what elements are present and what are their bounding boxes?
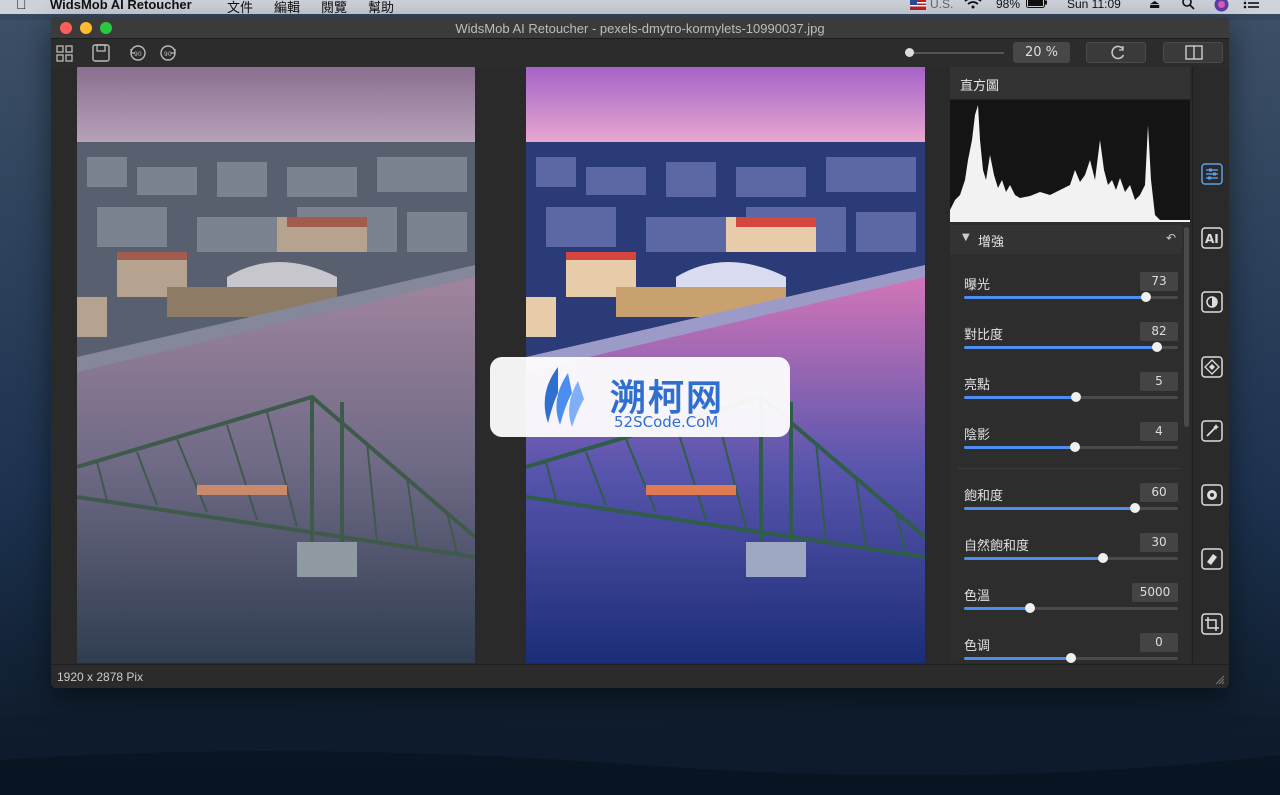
slider-saturation[interactable]: 飽和度 60 (950, 483, 1182, 535)
slider-label: 曝光 (964, 278, 991, 293)
reset-button[interactable] (1086, 42, 1146, 63)
enhance-title: 增強 (978, 235, 1005, 250)
slider-label: 自然飽和度 (964, 539, 1030, 554)
menu-view[interactable]: 閱覽 (321, 0, 347, 16)
save-icon[interactable] (91, 43, 111, 63)
zoom-slider-handle[interactable] (905, 48, 914, 57)
watermark-subtitle: 52SCode.CoM (614, 413, 719, 431)
original-image[interactable] (77, 67, 475, 663)
title-bar: WidsMob AI Retoucher - pexels-dmytro-kor… (51, 17, 1229, 39)
enhance-section-header[interactable]: ▼ 增強 ↶ (950, 225, 1182, 254)
adjust-sliders-icon[interactable] (1201, 163, 1223, 185)
siri-icon[interactable] (1214, 0, 1229, 15)
status-bar: 1920 x 2878 Pix (51, 664, 1229, 688)
slider-fill (964, 557, 1104, 560)
app-window: WidsMob AI Retoucher - pexels-dmytro-kor… (51, 17, 1229, 688)
slider-handle[interactable] (1070, 442, 1081, 452)
slider-handle[interactable] (1130, 503, 1141, 513)
slider-fill (964, 507, 1136, 510)
slider-label: 亮點 (964, 378, 991, 393)
notification-center-icon[interactable] (1243, 0, 1259, 12)
histogram-chart (950, 100, 1190, 222)
tool-strip: AI (1192, 67, 1229, 663)
grid-view-icon[interactable] (55, 43, 75, 63)
texture-icon[interactable] (1201, 356, 1223, 378)
crop-icon[interactable] (1201, 613, 1223, 635)
battery-icon[interactable] (1026, 0, 1048, 11)
slider-handle[interactable] (1098, 553, 1109, 563)
slider-label: 色调 (964, 639, 991, 654)
resize-grip-icon[interactable] (1215, 675, 1225, 685)
svg-text:90: 90 (164, 51, 172, 58)
slider-fill (964, 607, 1031, 610)
slider-value-field[interactable]: 5 (1140, 372, 1178, 391)
slider-label: 色溫 (964, 589, 991, 604)
slider-handle[interactable] (1151, 342, 1162, 352)
slider-label: 對比度 (964, 328, 1004, 343)
slider-highlights[interactable]: 亮點 5 (950, 372, 1182, 424)
slider-shadows[interactable]: 陰影 4 (950, 422, 1182, 474)
slider-value-field[interactable]: 0 (1140, 633, 1178, 652)
adjustment-panel: 直方圖 ▼ 增強 ↶ 曝光 73 對比度 82 亮點 5 陰影 4 飽和度 60… (950, 67, 1190, 663)
slider-fill (964, 296, 1146, 299)
slider-vibrance[interactable]: 自然飽和度 30 (950, 533, 1182, 585)
color-filter-icon[interactable] (1201, 291, 1223, 313)
compare-view-button[interactable] (1163, 42, 1223, 63)
slider-exposure[interactable]: 曝光 73 (950, 272, 1182, 324)
svg-text:90: 90 (134, 51, 142, 58)
slider-label: 陰影 (964, 428, 991, 443)
toolbar: 90 90 20 % (51, 39, 1229, 67)
slider-value-field[interactable]: 5000 (1132, 583, 1178, 602)
battery-percent: 98% (996, 0, 1021, 11)
image-dimensions: 1920 x 2878 Pix (57, 670, 144, 684)
eject-icon[interactable]: ⏏ (1149, 0, 1160, 11)
zoom-level-field[interactable]: 20 % (1013, 42, 1070, 63)
menu-edit[interactable]: 編輯 (274, 0, 300, 16)
slider-fill (964, 346, 1157, 349)
slider-label: 飽和度 (964, 489, 1004, 504)
slider-temperature[interactable]: 色溫 5000 (950, 583, 1182, 635)
slider-value-field[interactable]: 60 (1140, 483, 1178, 502)
rotate-left-icon[interactable]: 90 (128, 43, 148, 63)
slider-value-field[interactable]: 4 (1140, 422, 1178, 441)
watermark-overlay: 溯柯网 52SCode.CoM (490, 357, 790, 437)
menu-bar:  WidsMob AI Retoucher 文件 編輯 閱覽 幫助 U.S. … (0, 0, 1280, 16)
histogram-header: 直方圖 (950, 67, 1190, 100)
ai-icon[interactable]: AI (1201, 227, 1223, 249)
histogram-title: 直方圖 (960, 79, 1000, 94)
panel-scrollbar[interactable] (1184, 227, 1189, 427)
slider-value-field[interactable]: 30 (1140, 533, 1178, 552)
window-title: WidsMob AI Retoucher - pexels-dmytro-kor… (455, 21, 825, 36)
slider-fill (964, 446, 1076, 449)
menu-file[interactable]: 文件 (227, 0, 253, 16)
slider-fill (964, 396, 1077, 399)
flag-icon[interactable] (910, 0, 926, 11)
slider-handle[interactable] (1066, 653, 1076, 663)
apple-icon[interactable]:  (16, 0, 27, 12)
slider-handle[interactable] (1025, 603, 1036, 613)
frame-icon[interactable] (1201, 548, 1223, 570)
slider-fill (964, 657, 1071, 660)
menu-help[interactable]: 幫助 (368, 0, 394, 16)
slider-value-field[interactable]: 82 (1140, 322, 1178, 341)
reset-enhance-icon[interactable]: ↶ (1166, 231, 1176, 245)
slider-handle[interactable] (1140, 292, 1151, 302)
spotlight-search-icon[interactable] (1182, 0, 1195, 13)
section-divider (958, 468, 1180, 469)
rotate-right-icon[interactable]: 90 (158, 43, 178, 63)
slider-handle[interactable] (1071, 392, 1082, 402)
input-source-label: U.S. (930, 0, 954, 11)
zoom-slider-track[interactable] (908, 52, 1004, 54)
menu-app-name[interactable]: WidsMob AI Retoucher (50, 0, 192, 12)
settings-gear-icon[interactable] (1201, 484, 1223, 506)
clock[interactable]: Sun 11:09 (1067, 0, 1121, 11)
slider-tint[interactable]: 色调 0 (950, 633, 1182, 663)
slider-contrast[interactable]: 對比度 82 (950, 322, 1182, 374)
collapse-arrow-icon[interactable]: ▼ (962, 232, 970, 243)
watermark-logo-icon (544, 367, 584, 427)
magic-wand-icon[interactable] (1201, 420, 1223, 442)
svg-text:AI: AI (1205, 232, 1219, 246)
slider-value-field[interactable]: 73 (1140, 272, 1178, 291)
wifi-icon[interactable] (964, 0, 982, 12)
